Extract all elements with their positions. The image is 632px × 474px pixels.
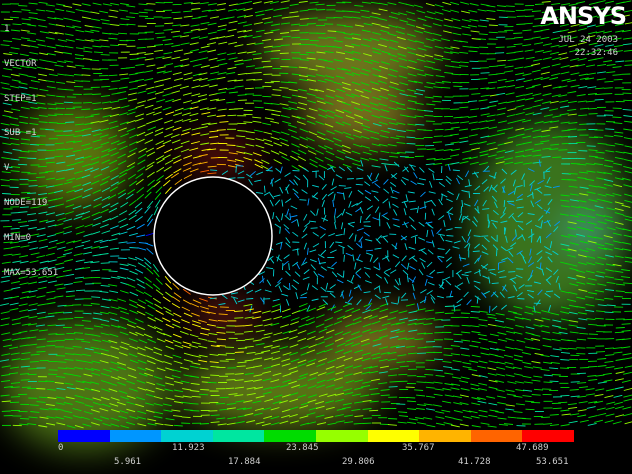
info-line: 1 bbox=[4, 24, 10, 34]
contour-legend: 0 11.923 23.845 35.767 47.689 5.961 17.8… bbox=[58, 430, 574, 474]
legend-swatch bbox=[522, 430, 574, 442]
legend-swatch bbox=[315, 430, 368, 442]
legend-label: 11.923 bbox=[172, 443, 205, 453]
info-line: STEP=1 bbox=[4, 93, 37, 104]
legend-label: 35.767 bbox=[402, 443, 435, 453]
info-line: NODE=119 bbox=[4, 197, 48, 208]
legend-swatch bbox=[367, 430, 420, 442]
legend-label: 29.806 bbox=[342, 457, 375, 467]
info-line: MIN=0 bbox=[4, 232, 32, 243]
info-line: V bbox=[4, 163, 10, 174]
legend-label: 17.884 bbox=[228, 457, 261, 467]
legend-label: 53.651 bbox=[536, 457, 569, 467]
vector-plot-viewport: 1 VECTOR STEP=1 SUB =1 V NODE=119 MIN=0 … bbox=[0, 0, 632, 474]
cylinder-layer bbox=[153, 176, 273, 296]
legend-swatch bbox=[470, 430, 523, 442]
legend-swatch bbox=[58, 430, 110, 442]
info-line: SUB =1 bbox=[4, 128, 37, 139]
legend-label: 5.961 bbox=[114, 457, 142, 467]
ansys-logo: ANSYS bbox=[540, 2, 627, 30]
info-line: VECTOR bbox=[4, 58, 37, 69]
plot-date: JUL 24 2003 bbox=[558, 35, 618, 45]
cylinder-body bbox=[153, 176, 273, 296]
legend-swatch bbox=[419, 430, 471, 442]
legend-label: 47.689 bbox=[516, 443, 549, 453]
timestamp-block: JUL 24 2003 22:32:46 bbox=[558, 34, 618, 60]
plot-info-block: 1 VECTOR STEP=1 SUB =1 V NODE=119 MIN=0 … bbox=[4, 2, 58, 302]
legend-swatch bbox=[264, 430, 316, 442]
legend-label: 23.845 bbox=[286, 443, 319, 453]
legend-label: 41.728 bbox=[458, 457, 491, 467]
plot-time: 22:32:46 bbox=[574, 48, 618, 58]
info-line: MAX=53.651 bbox=[4, 267, 59, 278]
legend-color-bar bbox=[58, 430, 574, 442]
legend-swatch bbox=[212, 430, 265, 442]
legend-swatch bbox=[109, 430, 162, 442]
legend-label: 0 bbox=[58, 443, 64, 453]
legend-swatch bbox=[161, 430, 213, 442]
